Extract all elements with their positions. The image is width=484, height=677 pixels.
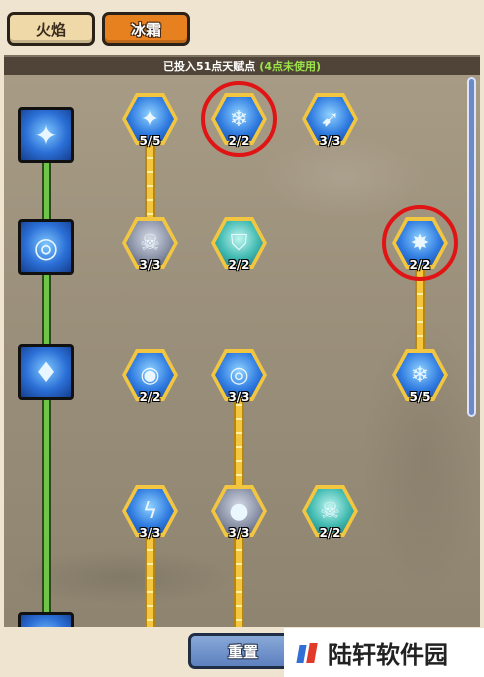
invested-points-text: 已投入51点天赋点 (162, 60, 256, 73)
skill-level: 5/5 (409, 390, 431, 404)
frost-orb-icon: ◎ (18, 219, 74, 275)
skill-node-ice-armor[interactable]: ⛉ 2/2 (211, 217, 267, 272)
skill-level: 3/3 (228, 390, 250, 404)
skill-node-frost-lightning[interactable]: ϟ 3/3 (122, 485, 178, 540)
skill-connector (234, 392, 244, 487)
tab-frost[interactable]: 冰霜 (102, 12, 190, 46)
watermark-logo-icon (296, 641, 320, 665)
tab-fire[interactable]: 火焰 (7, 12, 95, 46)
frost-staff-icon: ✦ (18, 107, 74, 163)
skill-level: 2/2 (139, 390, 161, 404)
skill-connector (234, 537, 244, 627)
watermark: 陆轩软件园 (284, 628, 484, 677)
skill-node-ice-skull[interactable]: ☠ 2/2 (302, 485, 358, 540)
frost-tier4-icon: ✦ (18, 612, 74, 627)
skill-node-frost-rune[interactable]: ◉ 2/2 (122, 349, 178, 404)
skill-node-ice-rock[interactable]: ● 3/3 (211, 485, 267, 540)
scrollbar[interactable] (467, 77, 476, 417)
highlight-ring (201, 81, 277, 157)
skill-level: 3/3 (228, 526, 250, 540)
skill-node-snowflake[interactable]: ❄ 5/5 (392, 349, 448, 404)
talent-points-summary: 已投入51点天赋点 (4点未使用) (4, 57, 480, 75)
skill-connector (145, 145, 155, 227)
skill-level: 3/3 (139, 258, 161, 272)
skill-level: 2/2 (228, 258, 250, 272)
skill-node-blizzard[interactable]: ◎ 3/3 (211, 349, 267, 404)
watermark-text: 陆轩软件园 (328, 641, 448, 669)
skill-level: 5/5 (139, 134, 161, 148)
skill-node-ice-bolt[interactable]: ➹ 3/3 (302, 93, 358, 148)
skill-connector (145, 537, 155, 627)
skill-node-skull[interactable]: ☠ 3/3 (122, 217, 178, 272)
skill-level: 3/3 (139, 526, 161, 540)
skill-level: 3/3 (319, 134, 341, 148)
skill-level: 2/2 (319, 526, 341, 540)
skill-node-frost-staff[interactable]: ✦ 5/5 (122, 93, 178, 148)
unused-points-text: (4点未使用) (259, 60, 322, 73)
highlight-ring (382, 205, 458, 281)
talent-tree-panel: 已投入51点天赋点 (4点未使用) ✦ ◎ ♦ ✦ ✦ 5/5 ❄ 2/2 ➹ … (4, 55, 480, 627)
reset-button[interactable]: 重置 (188, 633, 298, 669)
ice-crystal-icon: ♦ (18, 344, 74, 400)
